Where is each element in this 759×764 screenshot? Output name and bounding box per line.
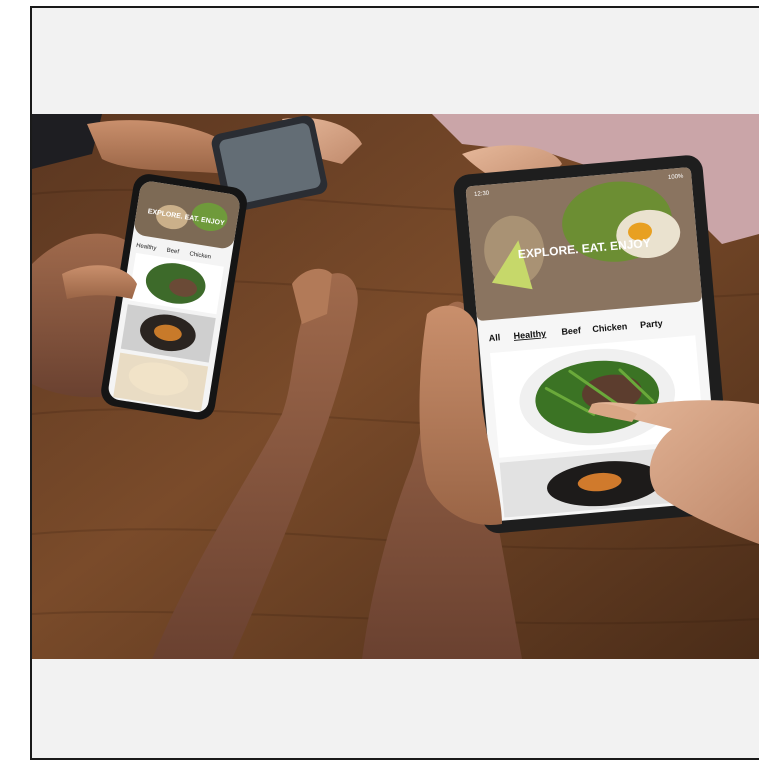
tablet-category-all: All bbox=[488, 332, 500, 343]
tablet-category-party: Party bbox=[640, 318, 663, 330]
tablet-category-beef: Beef bbox=[561, 325, 582, 337]
product-photo: EXPLORE. EAT. ENJOY Healthy Beef Chicken… bbox=[32, 114, 759, 659]
